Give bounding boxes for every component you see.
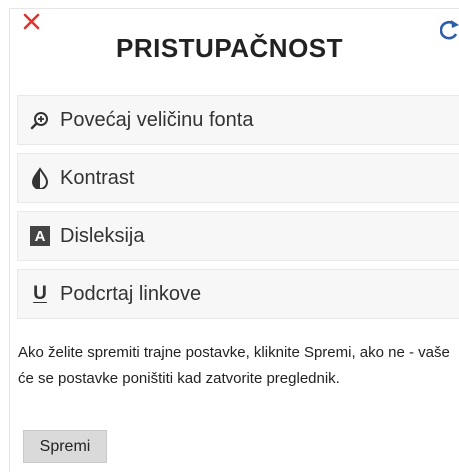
close-icon[interactable] <box>22 12 44 34</box>
info-text: Ako želite spremiti trajne postavke, kli… <box>18 344 450 387</box>
underline-icon: U <box>28 282 52 306</box>
save-button[interactable]: Spremi <box>23 430 107 463</box>
option-label: Povećaj veličinu fonta <box>60 108 254 131</box>
option-increase-font[interactable]: Povećaj veličinu fonta <box>17 95 459 145</box>
option-label: Disleksija <box>60 224 145 247</box>
option-dyslexia[interactable]: A Disleksija <box>17 211 459 261</box>
page-title: PRISTUPAČNOST <box>115 33 344 63</box>
accessibility-panel: PRISTUPAČNOST Povećaj veličinu fonta Kon… <box>0 0 459 472</box>
dyslexia-a-glyph: A <box>30 226 50 246</box>
dyslexia-a-icon: A <box>28 224 52 248</box>
zoom-in-icon <box>28 108 52 132</box>
option-label: Podcrtaj linkove <box>60 282 202 305</box>
option-contrast[interactable]: Kontrast <box>17 153 459 203</box>
option-label: Kontrast <box>60 166 135 189</box>
contrast-icon <box>28 166 52 190</box>
close-icon-shape <box>23 13 40 30</box>
option-underline-links[interactable]: U Podcrtaj linkove <box>17 269 459 319</box>
underline-u-glyph: U <box>33 283 47 304</box>
